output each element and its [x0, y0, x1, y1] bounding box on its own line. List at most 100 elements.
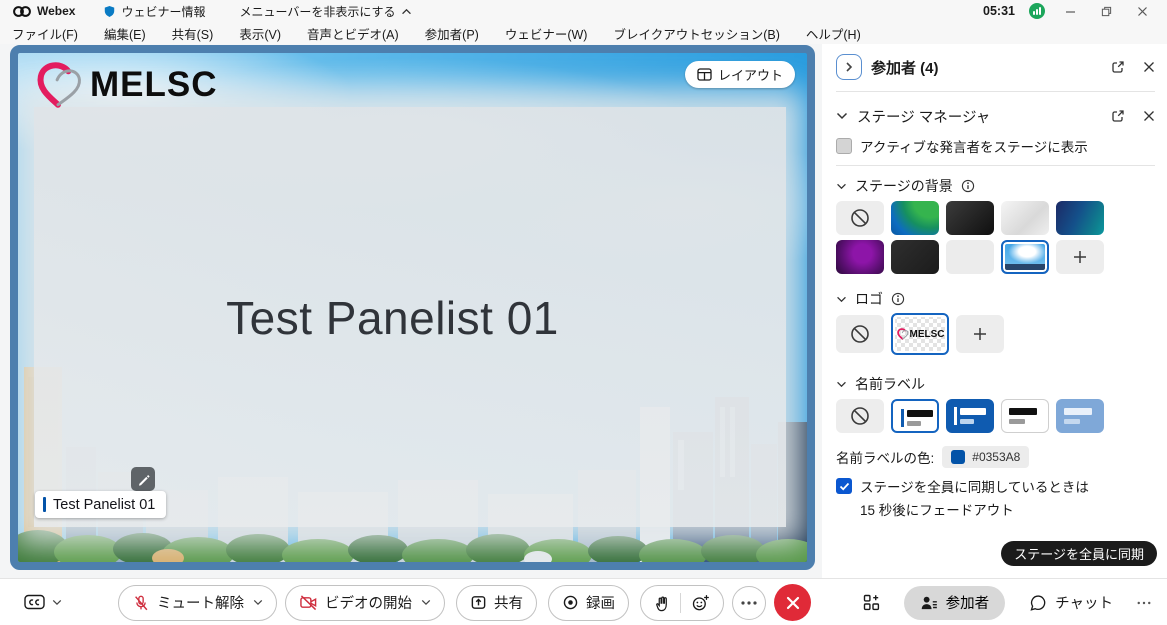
record-button[interactable]: 録画 [548, 585, 629, 621]
edit-name-label-button[interactable] [131, 467, 155, 491]
menu-audio-video[interactable]: 音声とビデオ(A) [307, 24, 399, 43]
participants-icon [920, 594, 938, 611]
chevron-down-icon[interactable] [836, 381, 847, 388]
panelist-display-name: Test Panelist 01 [18, 291, 767, 345]
name-label-color-picker[interactable]: #0353A8 [942, 446, 1029, 468]
chevron-down-icon[interactable] [836, 296, 847, 303]
share-label: 共有 [494, 592, 523, 613]
more-options-button[interactable] [732, 586, 766, 620]
menu-edit[interactable]: 編集(E) [104, 24, 146, 43]
hide-menubar-label: メニューバーを非表示にする [239, 3, 395, 20]
raise-hand-icon[interactable] [654, 594, 670, 612]
color-hex-value: #0353A8 [972, 450, 1020, 464]
name-label-text: Test Panelist 01 [53, 497, 155, 513]
more-panels-icon[interactable] [1137, 601, 1151, 605]
divider [680, 593, 681, 613]
layout-button[interactable]: レイアウト [685, 61, 795, 88]
name-label-swatch-solid-blue[interactable] [946, 399, 994, 433]
menu-help[interactable]: ヘルプ(H) [806, 24, 861, 43]
menu-view[interactable]: 表示(V) [239, 24, 281, 43]
start-video-button[interactable]: ビデオの開始 [285, 585, 445, 621]
captions-control[interactable] [24, 579, 62, 625]
bg-swatch-light-gray[interactable] [1001, 201, 1049, 235]
control-toolbar: ミュート解除 ビデオの開始 共有 録画 [0, 578, 1167, 625]
name-label-accent-bar [43, 497, 46, 512]
webinar-info-button[interactable]: ウェビナー情報 [103, 3, 205, 20]
close-x-icon [786, 596, 800, 610]
hide-menubar-button[interactable]: メニューバーを非表示にする [239, 3, 411, 20]
bg-swatch-none[interactable] [836, 201, 884, 235]
name-label-swatch-accent-bar[interactable] [891, 399, 939, 433]
logo-swatch-none[interactable] [836, 315, 884, 353]
popout-panel-icon[interactable] [1111, 60, 1125, 74]
active-speaker-checkbox[interactable] [836, 138, 852, 154]
stage-name-label: Test Panelist 01 [35, 491, 166, 518]
chevron-down-icon [421, 599, 431, 606]
share-screen-icon [470, 594, 487, 611]
logo-swatch-add-button[interactable] [956, 315, 1004, 353]
bg-swatch-add-button[interactable] [1056, 240, 1104, 274]
window-titlebar: Webex ウェビナー情報 メニューバーを非表示にする 05:31 [0, 0, 1167, 22]
microphone-muted-icon [132, 594, 150, 612]
chat-button-label: チャット [1055, 592, 1113, 613]
participants-panel-title: 参加者 (4) [871, 57, 939, 78]
bg-swatch-charcoal[interactable] [891, 240, 939, 274]
close-window-button[interactable] [1131, 6, 1153, 17]
share-button[interactable]: 共有 [456, 585, 537, 621]
melsc-heart-icon [896, 328, 909, 340]
info-icon[interactable] [961, 179, 975, 193]
bg-swatch-purple[interactable] [836, 240, 884, 274]
main-area: MELSC レイアウト Test Panelist 01 Test Paneli… [0, 44, 1167, 578]
menu-file[interactable]: ファイル(F) [12, 24, 78, 43]
restore-button[interactable] [1095, 6, 1117, 17]
name-label-color-label: 名前ラベルの色: [836, 447, 934, 467]
bg-swatch-off-white[interactable] [946, 240, 994, 274]
bg-swatch-city-photo[interactable] [1001, 240, 1049, 274]
chevron-right-icon [844, 61, 854, 73]
menu-webinar[interactable]: ウェビナー(W) [505, 24, 588, 43]
popout-stage-manager-icon[interactable] [1111, 109, 1125, 123]
record-icon [562, 594, 579, 611]
participants-panel-button[interactable]: 参加者 [904, 586, 1006, 620]
chevron-down-icon [52, 599, 62, 606]
logo-swatch-melsc[interactable]: MELSC [891, 313, 949, 355]
reactions-smiley-icon[interactable] [691, 594, 710, 612]
camera-off-icon [299, 594, 318, 611]
bg-swatch-navy-teal[interactable] [1056, 201, 1104, 235]
close-stage-manager-icon[interactable] [1143, 110, 1155, 122]
chevron-down-icon[interactable] [836, 183, 847, 190]
stage-video-area: MELSC レイアウト Test Panelist 01 Test Paneli… [10, 45, 815, 570]
name-label-swatch-none[interactable] [836, 399, 884, 433]
menu-participants[interactable]: 参加者(P) [425, 24, 479, 43]
stage-manager-title: ステージ マネージャ [857, 106, 990, 127]
meeting-timer: 05:31 [983, 4, 1015, 18]
info-icon[interactable] [891, 292, 905, 306]
chevron-up-icon [401, 8, 412, 15]
bg-swatch-black[interactable] [946, 201, 994, 235]
collapse-panel-button[interactable] [836, 54, 862, 80]
minimize-button[interactable] [1059, 6, 1081, 17]
participants-button-label: 参加者 [946, 592, 990, 613]
sync-fadeout-checkbox[interactable] [836, 478, 852, 494]
menu-share[interactable]: 共有(S) [172, 24, 214, 43]
webinar-info-label: ウェビナー情報 [121, 3, 205, 20]
close-panel-icon[interactable] [1143, 61, 1155, 73]
connection-quality-icon[interactable] [1029, 3, 1045, 19]
plus-icon [1072, 249, 1088, 265]
unmute-button[interactable]: ミュート解除 [118, 585, 277, 621]
app-name: Webex [37, 4, 75, 18]
unmute-label: ミュート解除 [157, 592, 244, 613]
menu-bar: ファイル(F) 編集(E) 共有(S) 表示(V) 音声とビデオ(A) 参加者(… [0, 22, 1167, 44]
color-swatch [951, 450, 965, 464]
menu-breakout[interactable]: ブレイクアウトセッション(B) [613, 24, 779, 43]
reactions-group [640, 585, 724, 621]
bg-swatch-green-blue[interactable] [891, 201, 939, 235]
chevron-down-icon[interactable] [836, 112, 848, 120]
leave-meeting-button[interactable] [774, 584, 811, 621]
sync-stage-button[interactable]: ステージを全員に同期 [1001, 541, 1157, 566]
name-label-swatch-outline[interactable] [1001, 399, 1049, 433]
plus-icon [972, 326, 988, 342]
name-label-swatch-translucent[interactable] [1056, 399, 1104, 433]
chat-panel-button[interactable]: チャット [1029, 592, 1113, 613]
apps-panel-icon[interactable] [863, 594, 880, 611]
